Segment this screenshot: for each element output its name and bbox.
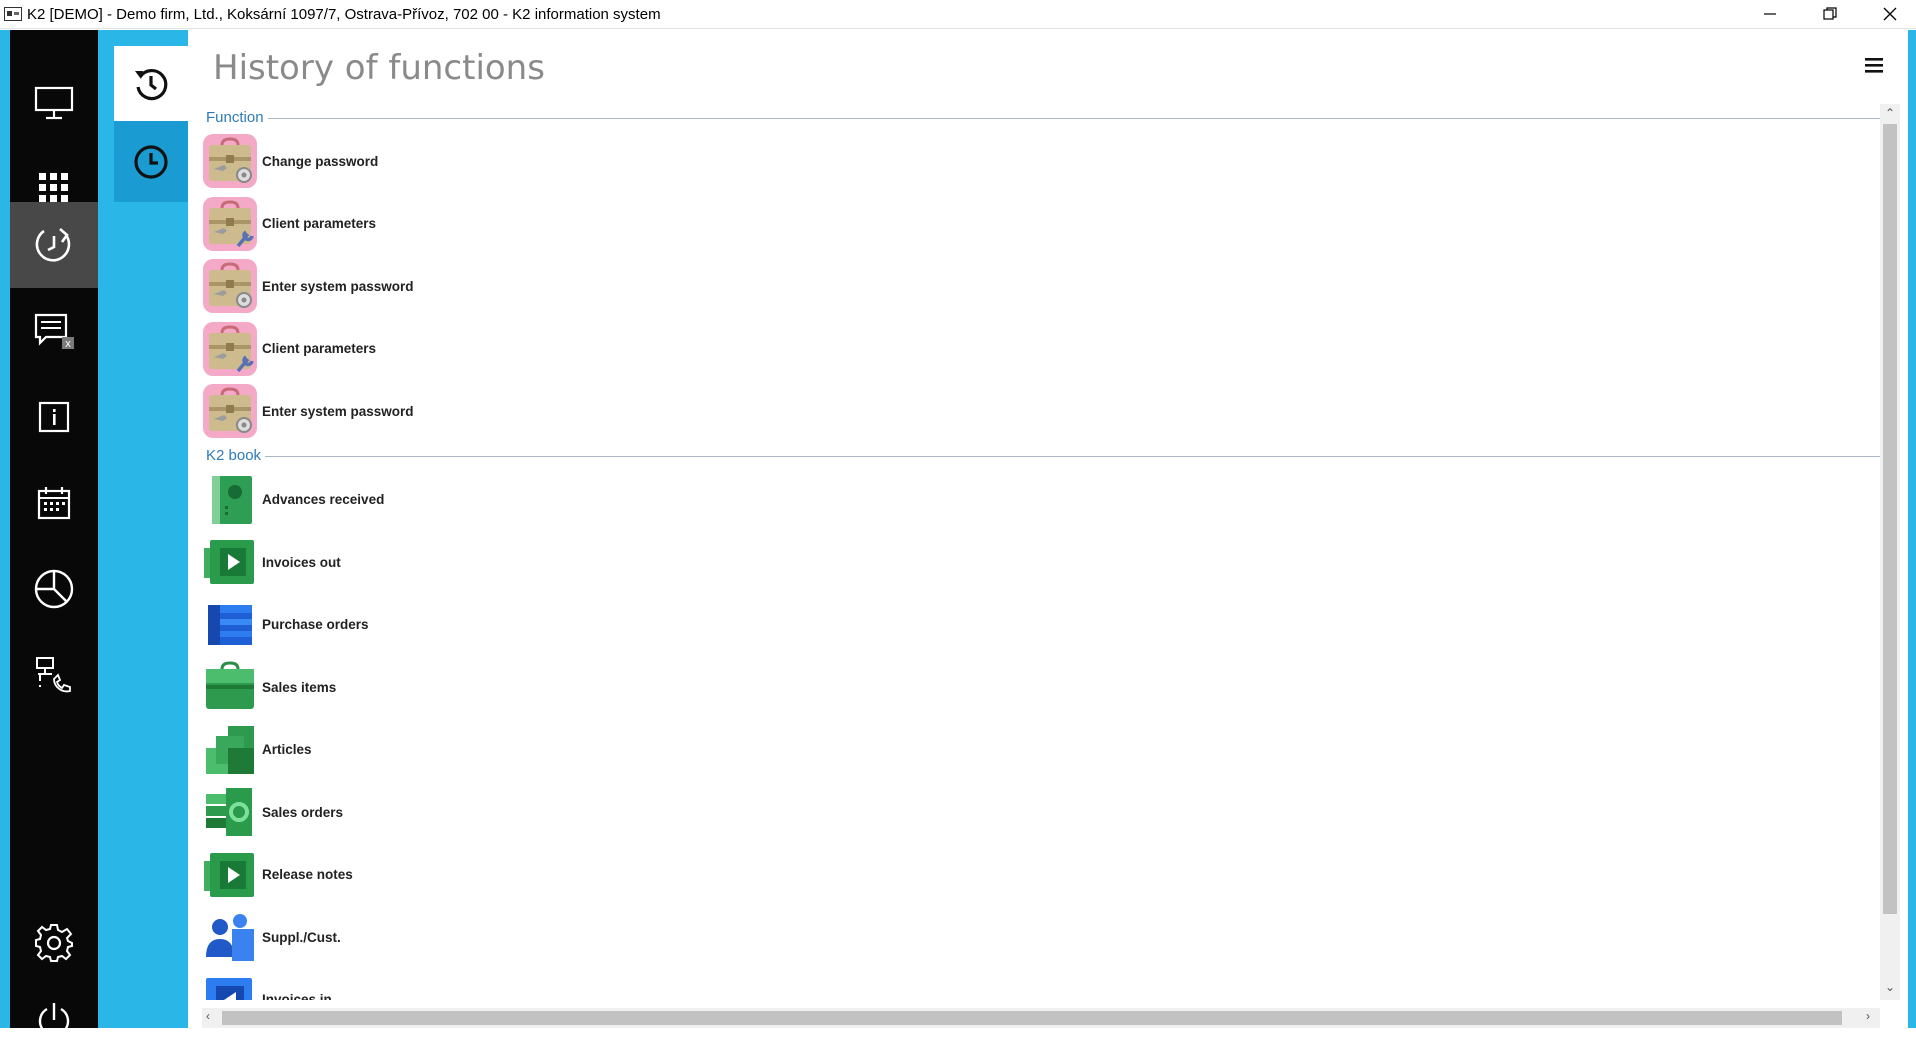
toolbox-wrench-icon [202, 321, 258, 377]
rail-connections-button[interactable] [10, 632, 98, 718]
clock-icon [134, 144, 168, 179]
horizontal-scroll-thumb[interactable] [222, 1011, 1842, 1025]
tab-recent[interactable] [114, 121, 188, 202]
scroll-down-icon[interactable]: ⌄ [1885, 980, 1895, 994]
horizontal-scrollbar[interactable]: ‹ › [202, 1008, 1880, 1028]
toolbox-wrench-icon [202, 196, 258, 252]
pie-chart-icon [34, 569, 74, 609]
list-item-label: Sales orders [262, 804, 344, 820]
rail-calendar-button[interactable] [10, 460, 98, 546]
scroll-left-icon[interactable]: ‹ [206, 1009, 210, 1023]
list-item-label: Release notes [262, 867, 353, 883]
apps-grid-icon [39, 173, 68, 202]
history-list: Function Change password Client parameters… [202, 104, 1892, 1000]
purchase-orders-icon [202, 597, 258, 653]
list-item-label: Invoices in [262, 992, 332, 1000]
invoices-in-icon [202, 972, 258, 1000]
list-item[interactable]: Invoices in [202, 969, 1892, 1000]
group-divider [265, 456, 1892, 457]
list-item-label: Change password [262, 153, 379, 169]
group-header: Function [202, 104, 1892, 130]
release-notes-icon [202, 847, 258, 903]
rail-logout-button[interactable] [10, 977, 98, 1063]
gear-icon [35, 924, 73, 962]
restore-icon [1823, 7, 1837, 20]
list-item-label: Client parameters [262, 341, 377, 357]
suppliers-customers-icon [202, 909, 258, 965]
list-item[interactable]: Client parameters [202, 193, 1892, 256]
vertical-scrollbar[interactable]: ⌃ ⌄ [1880, 104, 1900, 1000]
list-item[interactable]: Change password [202, 130, 1892, 193]
list-item[interactable]: Sales orders [202, 781, 1892, 844]
sales-orders-icon [202, 784, 258, 840]
list-item[interactable]: Client parameters [202, 318, 1892, 381]
calendar-icon [37, 487, 71, 520]
scroll-up-icon[interactable]: ⌃ [1885, 106, 1895, 120]
left-rail: x [10, 30, 98, 1037]
minimize-icon [1764, 13, 1776, 15]
rail-history-button[interactable] [10, 202, 98, 288]
group-label: Function [202, 108, 268, 126]
history-icon [35, 228, 71, 262]
hamburger-menu-icon[interactable] [1864, 56, 1884, 74]
restore-button[interactable] [1802, 0, 1858, 29]
rail-settings-button[interactable] [10, 900, 98, 986]
group-header: K2 book [202, 443, 1892, 469]
window-title: K2 [DEMO] - Demo firm, Ltd., Koksární 10… [27, 6, 661, 23]
messages-icon: x [34, 313, 74, 350]
close-icon [1883, 7, 1897, 21]
list-item[interactable]: Sales items [202, 656, 1892, 719]
list-item[interactable]: Enter system password [202, 380, 1892, 443]
list-item[interactable]: Articles [202, 719, 1892, 782]
advances-book-icon [202, 472, 258, 528]
main-panel: History of functions Function Change pass… [188, 30, 1908, 1028]
monitor-icon [34, 86, 74, 120]
list-item-label: Articles [262, 742, 312, 758]
invoices-out-icon [202, 534, 258, 590]
list-item-label: Sales items [262, 679, 337, 695]
network-phone-icon [36, 657, 71, 693]
list-item-label: Purchase orders [262, 617, 369, 633]
toolbox-gear-icon [202, 133, 258, 189]
power-icon [38, 1003, 70, 1037]
group-label: K2 book [202, 447, 266, 464]
list-item-label: Client parameters [262, 216, 377, 232]
articles-icon [202, 722, 258, 778]
toolbox-gear-icon [202, 258, 258, 314]
rail-messages-button[interactable]: x [10, 288, 98, 374]
rail-desktop-button[interactable] [10, 60, 98, 146]
list-item[interactable]: Enter system password [202, 255, 1892, 318]
vertical-scroll-thumb[interactable] [1883, 124, 1897, 914]
list-item[interactable]: Advances received [202, 469, 1892, 532]
list-item[interactable]: Suppl./Cust. [202, 906, 1892, 969]
rail-reports-button[interactable] [10, 546, 98, 632]
group-divider [267, 117, 1892, 119]
list-item[interactable]: Purchase orders [202, 594, 1892, 657]
toolbox-gear-icon [202, 383, 258, 439]
tab-history-of-functions[interactable] [114, 46, 188, 121]
close-button[interactable] [1862, 0, 1916, 29]
app-area: x History of functions Function Change p… [0, 30, 1916, 1037]
sales-items-icon [202, 659, 258, 715]
app-icon [4, 7, 22, 21]
messages-badge: x [65, 338, 71, 350]
list-item-label: Suppl./Cust. [262, 929, 341, 945]
list-item-label: Advances received [262, 492, 385, 508]
minimize-button[interactable] [1742, 0, 1798, 29]
page-title: History of functions [213, 48, 545, 88]
sub-navigation [114, 46, 188, 202]
list-item-label: Invoices out [262, 554, 341, 570]
title-bar: K2 [DEMO] - Demo firm, Ltd., Koksární 10… [0, 0, 1916, 29]
list-item-label: Enter system password [262, 278, 414, 294]
list-item-label: Enter system password [262, 403, 414, 419]
list-item[interactable]: Release notes [202, 844, 1892, 907]
info-icon [38, 401, 70, 433]
history-icon [135, 68, 168, 100]
scroll-right-icon[interactable]: › [1866, 1009, 1870, 1023]
rail-info-button[interactable] [10, 374, 98, 460]
list-item[interactable]: Invoices out [202, 531, 1892, 594]
